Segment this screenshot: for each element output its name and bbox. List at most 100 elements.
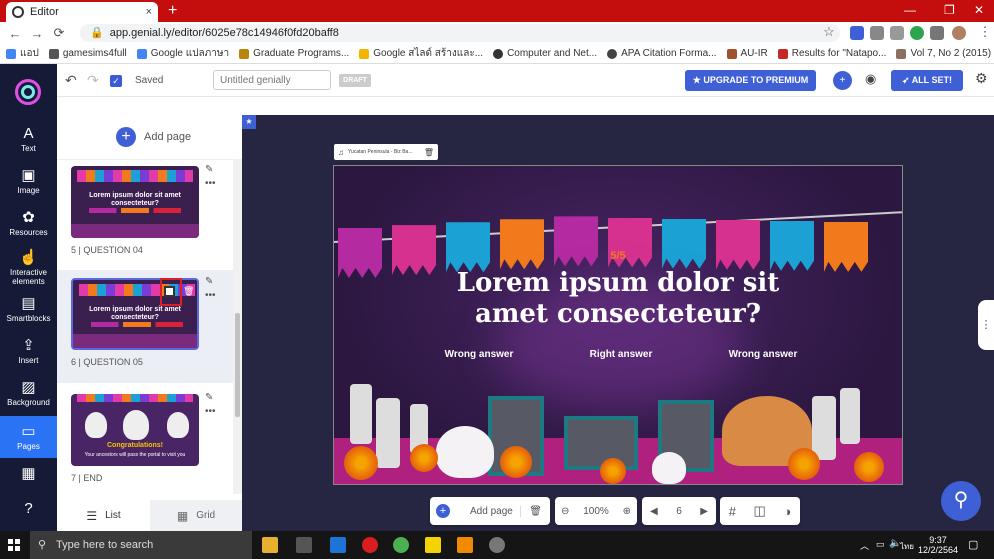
sidebar-item-smartblocks[interactable]: ▤ Smartblocks	[0, 296, 57, 324]
extension-r-icon[interactable]	[850, 26, 864, 40]
close-tab-icon[interactable]: ×	[146, 6, 152, 18]
question-title[interactable]: Lorem ipsum dolor sit amet consecteteur?	[334, 268, 902, 330]
genially-title-input[interactable]	[213, 70, 331, 90]
magic-wand-icon[interactable]: ✎	[205, 164, 213, 175]
browser-tab[interactable]: Editor ×	[6, 2, 158, 22]
app-icon[interactable]	[489, 537, 505, 553]
page-item-7[interactable]: Congratulations! Your ancestors will pas…	[57, 386, 233, 494]
maximize-window-button[interactable]: ❐	[944, 3, 955, 17]
extension-f-icon[interactable]	[870, 26, 884, 40]
page-item-5[interactable]: Lorem ipsum dolor sit amet consecteteur?…	[57, 160, 233, 271]
upgrade-premium-button[interactable]: ★ UPGRADE TO PREMIUM	[685, 70, 816, 91]
previous-page-icon[interactable]: ◀	[650, 506, 658, 517]
add-page-button[interactable]: Add page	[144, 131, 191, 143]
mail-icon[interactable]	[330, 537, 346, 553]
tray-chevron-icon[interactable]: ︿	[860, 539, 869, 552]
sidebar-item-templates[interactable]: ▦	[0, 466, 57, 484]
more-options-icon[interactable]: •••	[205, 290, 216, 301]
address-bar[interactable]: 🔒 app.genial.ly/editor/6025e78c14946f0fd2…	[80, 24, 840, 42]
bookmark-item[interactable]: gamesims4full	[48, 48, 127, 59]
all-set-button[interactable]: ➶ ALL SET!	[891, 70, 963, 91]
sidebar-item-resources[interactable]: ✿ Resources	[0, 210, 57, 238]
duplicate-page-icon[interactable]	[164, 286, 175, 297]
file-explorer-icon[interactable]	[262, 537, 278, 553]
extension-mail-icon[interactable]	[890, 26, 904, 40]
page-item-6[interactable]: Lorem ipsum dolor sit amet consecteteur?…	[57, 270, 233, 383]
grammarly-icon[interactable]	[910, 26, 924, 40]
reload-icon[interactable]: ⟳	[48, 25, 70, 41]
add-page-bottom-button[interactable]: Add page	[470, 506, 513, 517]
bookmark-item[interactable]: Google สไลด์ สร้างและ...	[359, 46, 483, 61]
sidebar-item-insert[interactable]: ⇪ Insert	[0, 338, 57, 366]
answer-button-1[interactable]: Wrong answer	[413, 342, 545, 368]
zoom-in-icon[interactable]: ⊕	[623, 506, 631, 517]
more-options-icon[interactable]: •••	[205, 178, 216, 189]
back-icon[interactable]: ←	[4, 26, 26, 41]
sidebar-item-image[interactable]: ▣ Image	[0, 168, 57, 196]
app-icon[interactable]	[457, 537, 473, 553]
delete-audio-icon[interactable]: 🗑	[424, 148, 434, 157]
preview-eye-icon[interactable]: ◉	[865, 71, 876, 87]
taskbar-clock[interactable]: 9:37 12/2/2564	[918, 535, 958, 555]
bookmark-star-icon[interactable]: ☆	[818, 24, 840, 40]
bookmark-item[interactable]: Results for "Natapo...	[777, 48, 886, 59]
chrome-menu-icon[interactable]: ⋮	[974, 24, 994, 40]
split-view-icon[interactable]: ◫	[754, 503, 766, 519]
bookmark-item[interactable]: AU-IR	[726, 48, 768, 59]
tab-list-view[interactable]: ☰ List	[57, 500, 150, 531]
bookmark-item[interactable]: Google แปลภาษา	[136, 46, 229, 61]
network-icon[interactable]: ▭	[876, 539, 885, 550]
sidebar-item-pages[interactable]: ▭ Pages	[0, 416, 57, 458]
sidebar-item-interactive-elements[interactable]: ☝ Interactive elements	[0, 250, 57, 287]
bookmark-item[interactable]: แอป	[6, 46, 39, 61]
chrome-icon[interactable]	[393, 537, 409, 553]
grid-guides-icon[interactable]: #	[729, 504, 736, 519]
add-collaborator-icon[interactable]: +	[833, 71, 852, 90]
bookmark-item[interactable]: Vol 7, No 2 (2015)	[896, 48, 991, 59]
sidebar-item-text[interactable]: A Text	[0, 126, 57, 154]
page-thumbnail[interactable]: Congratulations! Your ancestors will pas…	[71, 394, 199, 466]
bookmark-item[interactable]: Graduate Programs...	[239, 48, 349, 59]
windows-start-icon[interactable]	[8, 539, 20, 551]
sidebar-item-help[interactable]: ?	[0, 501, 57, 519]
notifications-icon[interactable]: ▢	[968, 538, 978, 551]
minimize-window-button[interactable]: —	[904, 3, 916, 17]
answer-button-3[interactable]: Wrong answer	[697, 342, 829, 368]
new-tab-button[interactable]: +	[168, 2, 177, 20]
redo-icon[interactable]: ↷	[87, 72, 99, 89]
sidebar-item-background[interactable]: ▨ Background	[0, 380, 57, 408]
genially-logo[interactable]	[15, 79, 41, 105]
page-thumbnail[interactable]: Lorem ipsum dolor sit amet consecteteur?	[71, 166, 199, 238]
add-page-icon[interactable]: +	[436, 504, 450, 518]
magic-wand-icon[interactable]: ✎	[205, 276, 213, 287]
scrollbar-thumb[interactable]	[235, 313, 240, 417]
bookmark-ribbon-icon[interactable]: ★	[242, 115, 256, 129]
forward-icon[interactable]: →	[26, 26, 48, 41]
store-icon[interactable]	[296, 537, 312, 553]
color-palette-icon[interactable]: ◑	[783, 504, 791, 519]
delete-icon[interactable]: 🗑	[520, 505, 542, 517]
sticky-notes-icon[interactable]	[425, 537, 441, 553]
magic-wand-icon[interactable]: ✎	[205, 392, 213, 403]
search-help-button[interactable]: ⚲	[941, 481, 981, 521]
undo-icon[interactable]: ↶	[65, 72, 77, 89]
add-page-icon[interactable]: +	[116, 127, 136, 147]
slide-canvas[interactable]: 5/5 Lorem ipsum dolor sit amet consectet…	[333, 165, 903, 485]
zoom-out-icon[interactable]: ⊖	[561, 506, 569, 517]
close-window-button[interactable]: ✕	[974, 3, 984, 17]
audio-element[interactable]: ♫ Yucatan Peninsula - Biz Ba... 🗑	[334, 144, 438, 160]
answer-button-2[interactable]: Right answer	[555, 342, 687, 368]
next-page-icon[interactable]: ▶	[700, 506, 708, 517]
side-panel-handle[interactable]: ⋮	[978, 300, 994, 350]
settings-gear-icon[interactable]: ⚙	[975, 70, 988, 87]
bookmark-item[interactable]: APA Citation Forma...	[607, 48, 717, 59]
more-options-icon[interactable]: •••	[205, 406, 216, 417]
extensions-puzzle-icon[interactable]	[930, 26, 944, 40]
delete-page-icon[interactable]: 🗑	[183, 286, 194, 297]
profile-avatar[interactable]	[952, 26, 966, 40]
taskbar-search[interactable]: ⚲ Type here to search	[30, 531, 252, 559]
tab-grid-view[interactable]: ▦ Grid	[150, 500, 242, 531]
opera-icon[interactable]	[362, 537, 378, 553]
bookmark-item[interactable]: Computer and Net...	[493, 48, 597, 59]
input-language[interactable]: ไทย	[900, 540, 914, 553]
